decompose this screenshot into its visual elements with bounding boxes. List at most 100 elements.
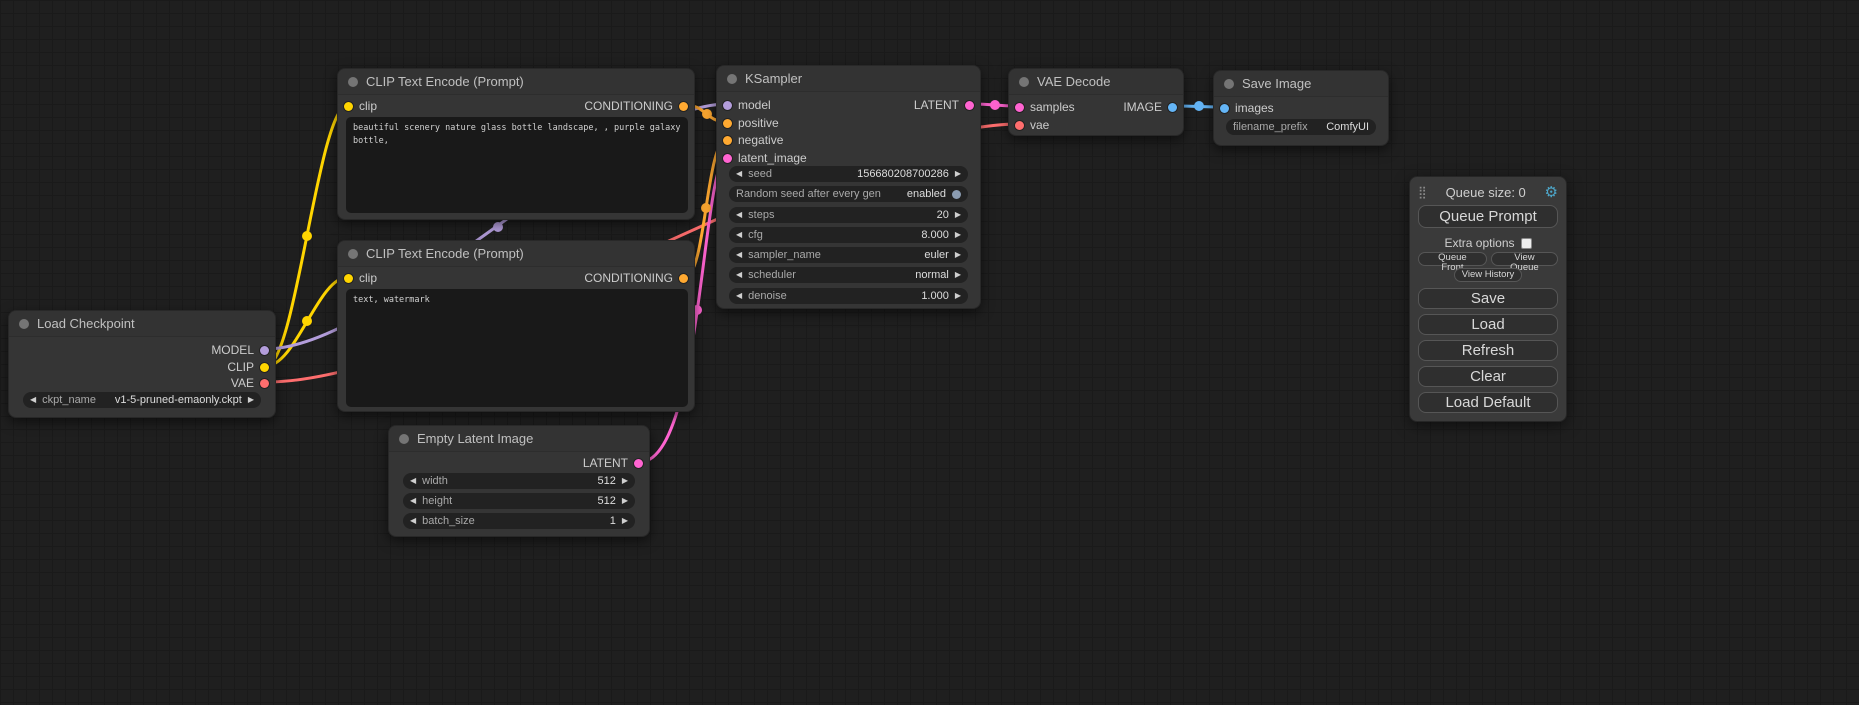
increment-arrow-icon[interactable]: ▶: [622, 477, 628, 485]
refresh-button[interactable]: Refresh: [1418, 340, 1558, 361]
load-button[interactable]: Load: [1418, 314, 1558, 335]
widget-value: 1.000: [921, 290, 949, 302]
node-graph-canvas[interactable]: Load Checkpoint MODEL CLIP VAE ◀ ckpt_na…: [0, 0, 1859, 705]
extra-options-row: Extra options: [1418, 236, 1558, 250]
input-port-vae[interactable]: [1015, 121, 1024, 130]
view-history-button[interactable]: View History: [1454, 268, 1523, 282]
clear-button[interactable]: Clear: [1418, 366, 1558, 387]
queue-front-button[interactable]: Queue Front: [1418, 252, 1487, 266]
output-port-latent[interactable]: [965, 101, 974, 110]
collapse-dot[interactable]: [19, 319, 29, 329]
collapse-dot[interactable]: [348, 249, 358, 259]
widget-ckpt-name[interactable]: ◀ ckpt_name v1-5-pruned-emaonly.ckpt ▶: [23, 392, 261, 408]
output-port-clip[interactable]: [260, 363, 269, 372]
node-clip-text-encode-positive[interactable]: CLIP Text Encode (Prompt) clip CONDITION…: [337, 68, 695, 220]
view-queue-button[interactable]: View Queue: [1491, 252, 1558, 266]
node-titlebar[interactable]: Empty Latent Image: [389, 426, 649, 452]
widget-filename-prefix[interactable]: filename_prefix ComfyUI: [1226, 119, 1376, 135]
collapse-dot[interactable]: [399, 434, 409, 444]
node-titlebar[interactable]: Save Image: [1214, 71, 1388, 97]
widget-value: 512: [597, 495, 615, 507]
prompt-textarea[interactable]: text, watermark: [346, 289, 688, 407]
widget-denoise[interactable]: ◀ denoise 1.000 ▶: [729, 288, 968, 304]
next-value-arrow-icon[interactable]: ▶: [248, 396, 254, 404]
widget-value: 1: [610, 515, 616, 527]
decrement-arrow-icon[interactable]: ◀: [736, 292, 742, 300]
node-save-image[interactable]: Save Image images filename_prefix ComfyU…: [1213, 70, 1389, 146]
decrement-arrow-icon[interactable]: ◀: [410, 477, 416, 485]
input-port-samples[interactable]: [1015, 103, 1024, 112]
extra-options-checkbox[interactable]: [1521, 238, 1532, 249]
prev-value-arrow-icon[interactable]: ◀: [30, 396, 36, 404]
port-row: CLIP: [9, 360, 275, 374]
widget-seed[interactable]: ◀ seed 156680208700286 ▶: [729, 166, 968, 182]
toggle-indicator[interactable]: [952, 190, 961, 199]
widget-name: width: [422, 475, 448, 487]
widget-sampler-name[interactable]: ◀ sampler_name euler ▶: [729, 247, 968, 263]
decrement-arrow-icon[interactable]: ◀: [410, 497, 416, 505]
output-label-clip: CLIP: [227, 360, 254, 374]
queue-prompt-button[interactable]: Queue Prompt: [1418, 205, 1558, 228]
input-port-clip[interactable]: [344, 274, 353, 283]
input-label-positive: positive: [738, 116, 779, 130]
output-port-conditioning[interactable]: [679, 274, 688, 283]
save-button[interactable]: Save: [1418, 288, 1558, 309]
node-titlebar[interactable]: KSampler: [717, 66, 980, 92]
input-port-positive[interactable]: [723, 119, 732, 128]
widget-name: cfg: [748, 229, 763, 241]
prev-value-arrow-icon[interactable]: ◀: [736, 271, 742, 279]
widget-steps[interactable]: ◀ steps 20 ▶: [729, 207, 968, 223]
next-value-arrow-icon[interactable]: ▶: [955, 251, 961, 259]
node-empty-latent-image[interactable]: Empty Latent Image LATENT ◀ width 512 ▶ …: [388, 425, 650, 537]
output-port-vae[interactable]: [260, 379, 269, 388]
node-titlebar[interactable]: CLIP Text Encode (Prompt): [338, 241, 694, 267]
node-title: CLIP Text Encode (Prompt): [366, 246, 524, 261]
next-value-arrow-icon[interactable]: ▶: [955, 271, 961, 279]
node-titlebar[interactable]: VAE Decode: [1009, 69, 1183, 95]
node-clip-text-encode-negative[interactable]: CLIP Text Encode (Prompt) clip CONDITION…: [337, 240, 695, 412]
drag-handle-icon[interactable]: ⣿: [1418, 185, 1427, 199]
widget-batch-size[interactable]: ◀ batch_size 1 ▶: [403, 513, 635, 529]
increment-arrow-icon[interactable]: ▶: [622, 517, 628, 525]
collapse-dot[interactable]: [348, 77, 358, 87]
prev-value-arrow-icon[interactable]: ◀: [736, 251, 742, 259]
input-port-negative[interactable]: [723, 136, 732, 145]
widget-scheduler[interactable]: ◀ scheduler normal ▶: [729, 267, 968, 283]
input-label-negative: negative: [738, 133, 783, 147]
decrement-arrow-icon[interactable]: ◀: [736, 211, 742, 219]
input-port-clip[interactable]: [344, 102, 353, 111]
port-row: clip CONDITIONING: [338, 271, 694, 285]
increment-arrow-icon[interactable]: ▶: [622, 497, 628, 505]
prompt-textarea[interactable]: beautiful scenery nature glass bottle la…: [346, 117, 688, 213]
node-load-checkpoint[interactable]: Load Checkpoint MODEL CLIP VAE ◀ ckpt_na…: [8, 310, 276, 418]
widget-width[interactable]: ◀ width 512 ▶: [403, 473, 635, 489]
output-port-model[interactable]: [260, 346, 269, 355]
increment-arrow-icon[interactable]: ▶: [955, 170, 961, 178]
increment-arrow-icon[interactable]: ▶: [955, 211, 961, 219]
decrement-arrow-icon[interactable]: ◀: [410, 517, 416, 525]
node-vae-decode[interactable]: VAE Decode samples IMAGE vae: [1008, 68, 1184, 136]
output-port-latent[interactable]: [634, 459, 643, 468]
widget-name: scheduler: [748, 269, 796, 281]
settings-gear-icon[interactable]: ⚙: [1545, 185, 1558, 200]
widget-cfg[interactable]: ◀ cfg 8.000 ▶: [729, 227, 968, 243]
widget-height[interactable]: ◀ height 512 ▶: [403, 493, 635, 509]
increment-arrow-icon[interactable]: ▶: [955, 292, 961, 300]
collapse-dot[interactable]: [1019, 77, 1029, 87]
input-port-images[interactable]: [1220, 104, 1229, 113]
input-port-latent-image[interactable]: [723, 154, 732, 163]
decrement-arrow-icon[interactable]: ◀: [736, 231, 742, 239]
increment-arrow-icon[interactable]: ▶: [955, 231, 961, 239]
widget-random-seed-toggle[interactable]: Random seed after every gen enabled: [729, 186, 968, 202]
output-port-conditioning[interactable]: [679, 102, 688, 111]
collapse-dot[interactable]: [1224, 79, 1234, 89]
load-default-button[interactable]: Load Default: [1418, 392, 1558, 413]
node-ksampler[interactable]: KSampler model LATENT positive negative: [716, 65, 981, 309]
collapse-dot[interactable]: [727, 74, 737, 84]
widget-name: ckpt_name: [42, 394, 96, 406]
node-titlebar[interactable]: Load Checkpoint: [9, 311, 275, 337]
input-port-model[interactable]: [723, 101, 732, 110]
node-titlebar[interactable]: CLIP Text Encode (Prompt): [338, 69, 694, 95]
decrement-arrow-icon[interactable]: ◀: [736, 170, 742, 178]
output-port-image[interactable]: [1168, 103, 1177, 112]
